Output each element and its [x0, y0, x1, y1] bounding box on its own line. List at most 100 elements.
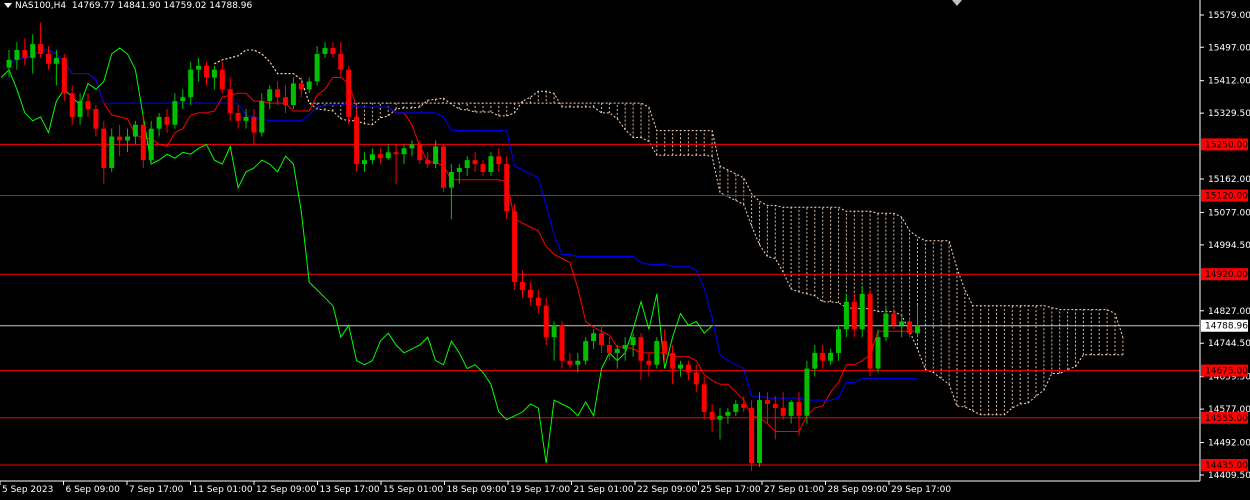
- level-price-label: 14435.00: [1205, 461, 1248, 471]
- bear-candle: [227, 89, 233, 113]
- x-tick-label: 19 Sep 17:00: [510, 485, 570, 495]
- symbol-label: NAS100,H4: [15, 1, 67, 11]
- triangle-down-icon[interactable]: [4, 3, 12, 8]
- bear-candle: [496, 156, 502, 165]
- bear-candle: [527, 289, 533, 298]
- bear-candle: [346, 69, 352, 117]
- bull-candle: [409, 144, 415, 149]
- bull-candle: [488, 156, 494, 172]
- level-price-label: 15120.00: [1205, 192, 1248, 202]
- bear-candle: [701, 384, 707, 412]
- bull-candle: [6, 59, 12, 68]
- bear-candle: [646, 360, 652, 365]
- bear-candle: [851, 301, 857, 330]
- bear-candle: [251, 116, 257, 133]
- x-tick-label: 12 Sep 09:00: [256, 485, 316, 495]
- bull-candle: [622, 345, 628, 349]
- bull-candle: [77, 101, 83, 117]
- bull-candle: [53, 57, 59, 64]
- bull-candle: [859, 293, 865, 330]
- bear-candle: [101, 128, 107, 169]
- chart-header[interactable]: NAS100,H4 14769.77 14841.90 14759.02 147…: [4, 1, 252, 11]
- bull-candle: [243, 116, 249, 121]
- bull-candle: [172, 101, 178, 125]
- y-tick-label: 14994.50: [1208, 241, 1250, 251]
- bull-candle: [464, 160, 470, 169]
- x-tick-label: 29 Sep 17:00: [891, 485, 951, 495]
- bull-candle: [575, 360, 581, 365]
- kijun-sen-line: [8, 49, 918, 401]
- bull-candle: [267, 89, 273, 102]
- price-axis[interactable]: 15579.00 15497.00 15412.00 15329.50 15162.00…: [1200, 11, 1250, 481]
- bear-candle: [425, 160, 431, 165]
- chart-frame: [0, 0, 1201, 482]
- bear-candle: [22, 50, 28, 58]
- bull-candle: [630, 337, 636, 346]
- bull-candle: [725, 411, 731, 416]
- bull-candle: [290, 83, 296, 106]
- bear-candle: [543, 305, 549, 338]
- bear-candle: [117, 136, 123, 141]
- y-tick-label: 14744.50: [1208, 339, 1250, 349]
- y-tick-label: 15162.00: [1208, 175, 1250, 185]
- time-axis[interactable]: 5 Sep 2023 6 Sep 09:00 7 Sep 17:00 11 Sep 0…: [0, 481, 951, 495]
- bear-candle: [219, 69, 225, 90]
- bull-candle: [733, 404, 739, 412]
- chart-canvas[interactable]: 15579.00 15497.00 15412.00 15329.50 15162.00…: [0, 0, 1250, 500]
- bull-candle: [156, 116, 162, 129]
- y-tick-label: 14827.00: [1208, 307, 1250, 317]
- bull-candle: [148, 128, 154, 161]
- bear-candle: [535, 297, 541, 306]
- bear-candle: [504, 164, 510, 212]
- bear-candle: [61, 57, 67, 94]
- bear-candle: [338, 53, 344, 70]
- bear-candle: [820, 352, 826, 361]
- bear-candle: [606, 345, 612, 353]
- bull-candle: [875, 337, 881, 369]
- y-tick-label: 15579.00: [1208, 11, 1250, 21]
- bear-candle: [441, 146, 446, 188]
- bull-candle: [314, 53, 320, 82]
- bear-candle: [780, 407, 786, 416]
- bull-candle: [583, 341, 589, 361]
- bull-candle: [30, 44, 36, 58]
- bear-candle: [685, 364, 691, 373]
- indicator-lines: [0, 47, 918, 464]
- bear-candle: [907, 321, 913, 334]
- x-tick-label: 5 Sep 2023: [2, 485, 53, 495]
- bull-candle: [14, 50, 20, 60]
- bear-candle: [204, 65, 209, 78]
- bear-candle: [393, 152, 399, 155]
- bull-candle: [614, 348, 620, 353]
- current-price-label: 14788.96: [1205, 322, 1248, 332]
- x-tick-label: 6 Sep 09:00: [66, 485, 121, 495]
- scroll-indicator-icon[interactable]: [952, 0, 962, 6]
- y-tick-label: 14409.50: [1208, 471, 1250, 481]
- bear-candle: [638, 337, 644, 361]
- bear-candle: [670, 352, 676, 369]
- bear-candle: [749, 407, 755, 464]
- bear-candle: [796, 402, 802, 416]
- bear-candle: [85, 101, 91, 110]
- y-tick-label: 15497.00: [1208, 43, 1250, 53]
- horizontal-levels: [0, 143, 1200, 466]
- bull-candle: [899, 321, 905, 326]
- bull-candle: [109, 136, 115, 169]
- bear-candle: [298, 83, 304, 90]
- bull-candle: [433, 146, 439, 165]
- bull-candle: [591, 333, 597, 342]
- bull-candle: [812, 352, 818, 369]
- bear-candle: [46, 53, 51, 64]
- bull-candle: [828, 352, 834, 361]
- bear-candle: [520, 282, 525, 290]
- bear-candle: [480, 164, 486, 172]
- level-price-label: 15250.00: [1205, 140, 1248, 150]
- bear-candle: [235, 112, 241, 121]
- bear-candle: [275, 89, 281, 98]
- bull-candle: [678, 364, 683, 369]
- bull-candle: [211, 69, 217, 78]
- bear-candle: [69, 93, 75, 117]
- level-price-label: 14555.00: [1205, 414, 1248, 424]
- x-tick-label: 28 Sep 09:00: [828, 485, 888, 495]
- bear-candle: [377, 154, 383, 159]
